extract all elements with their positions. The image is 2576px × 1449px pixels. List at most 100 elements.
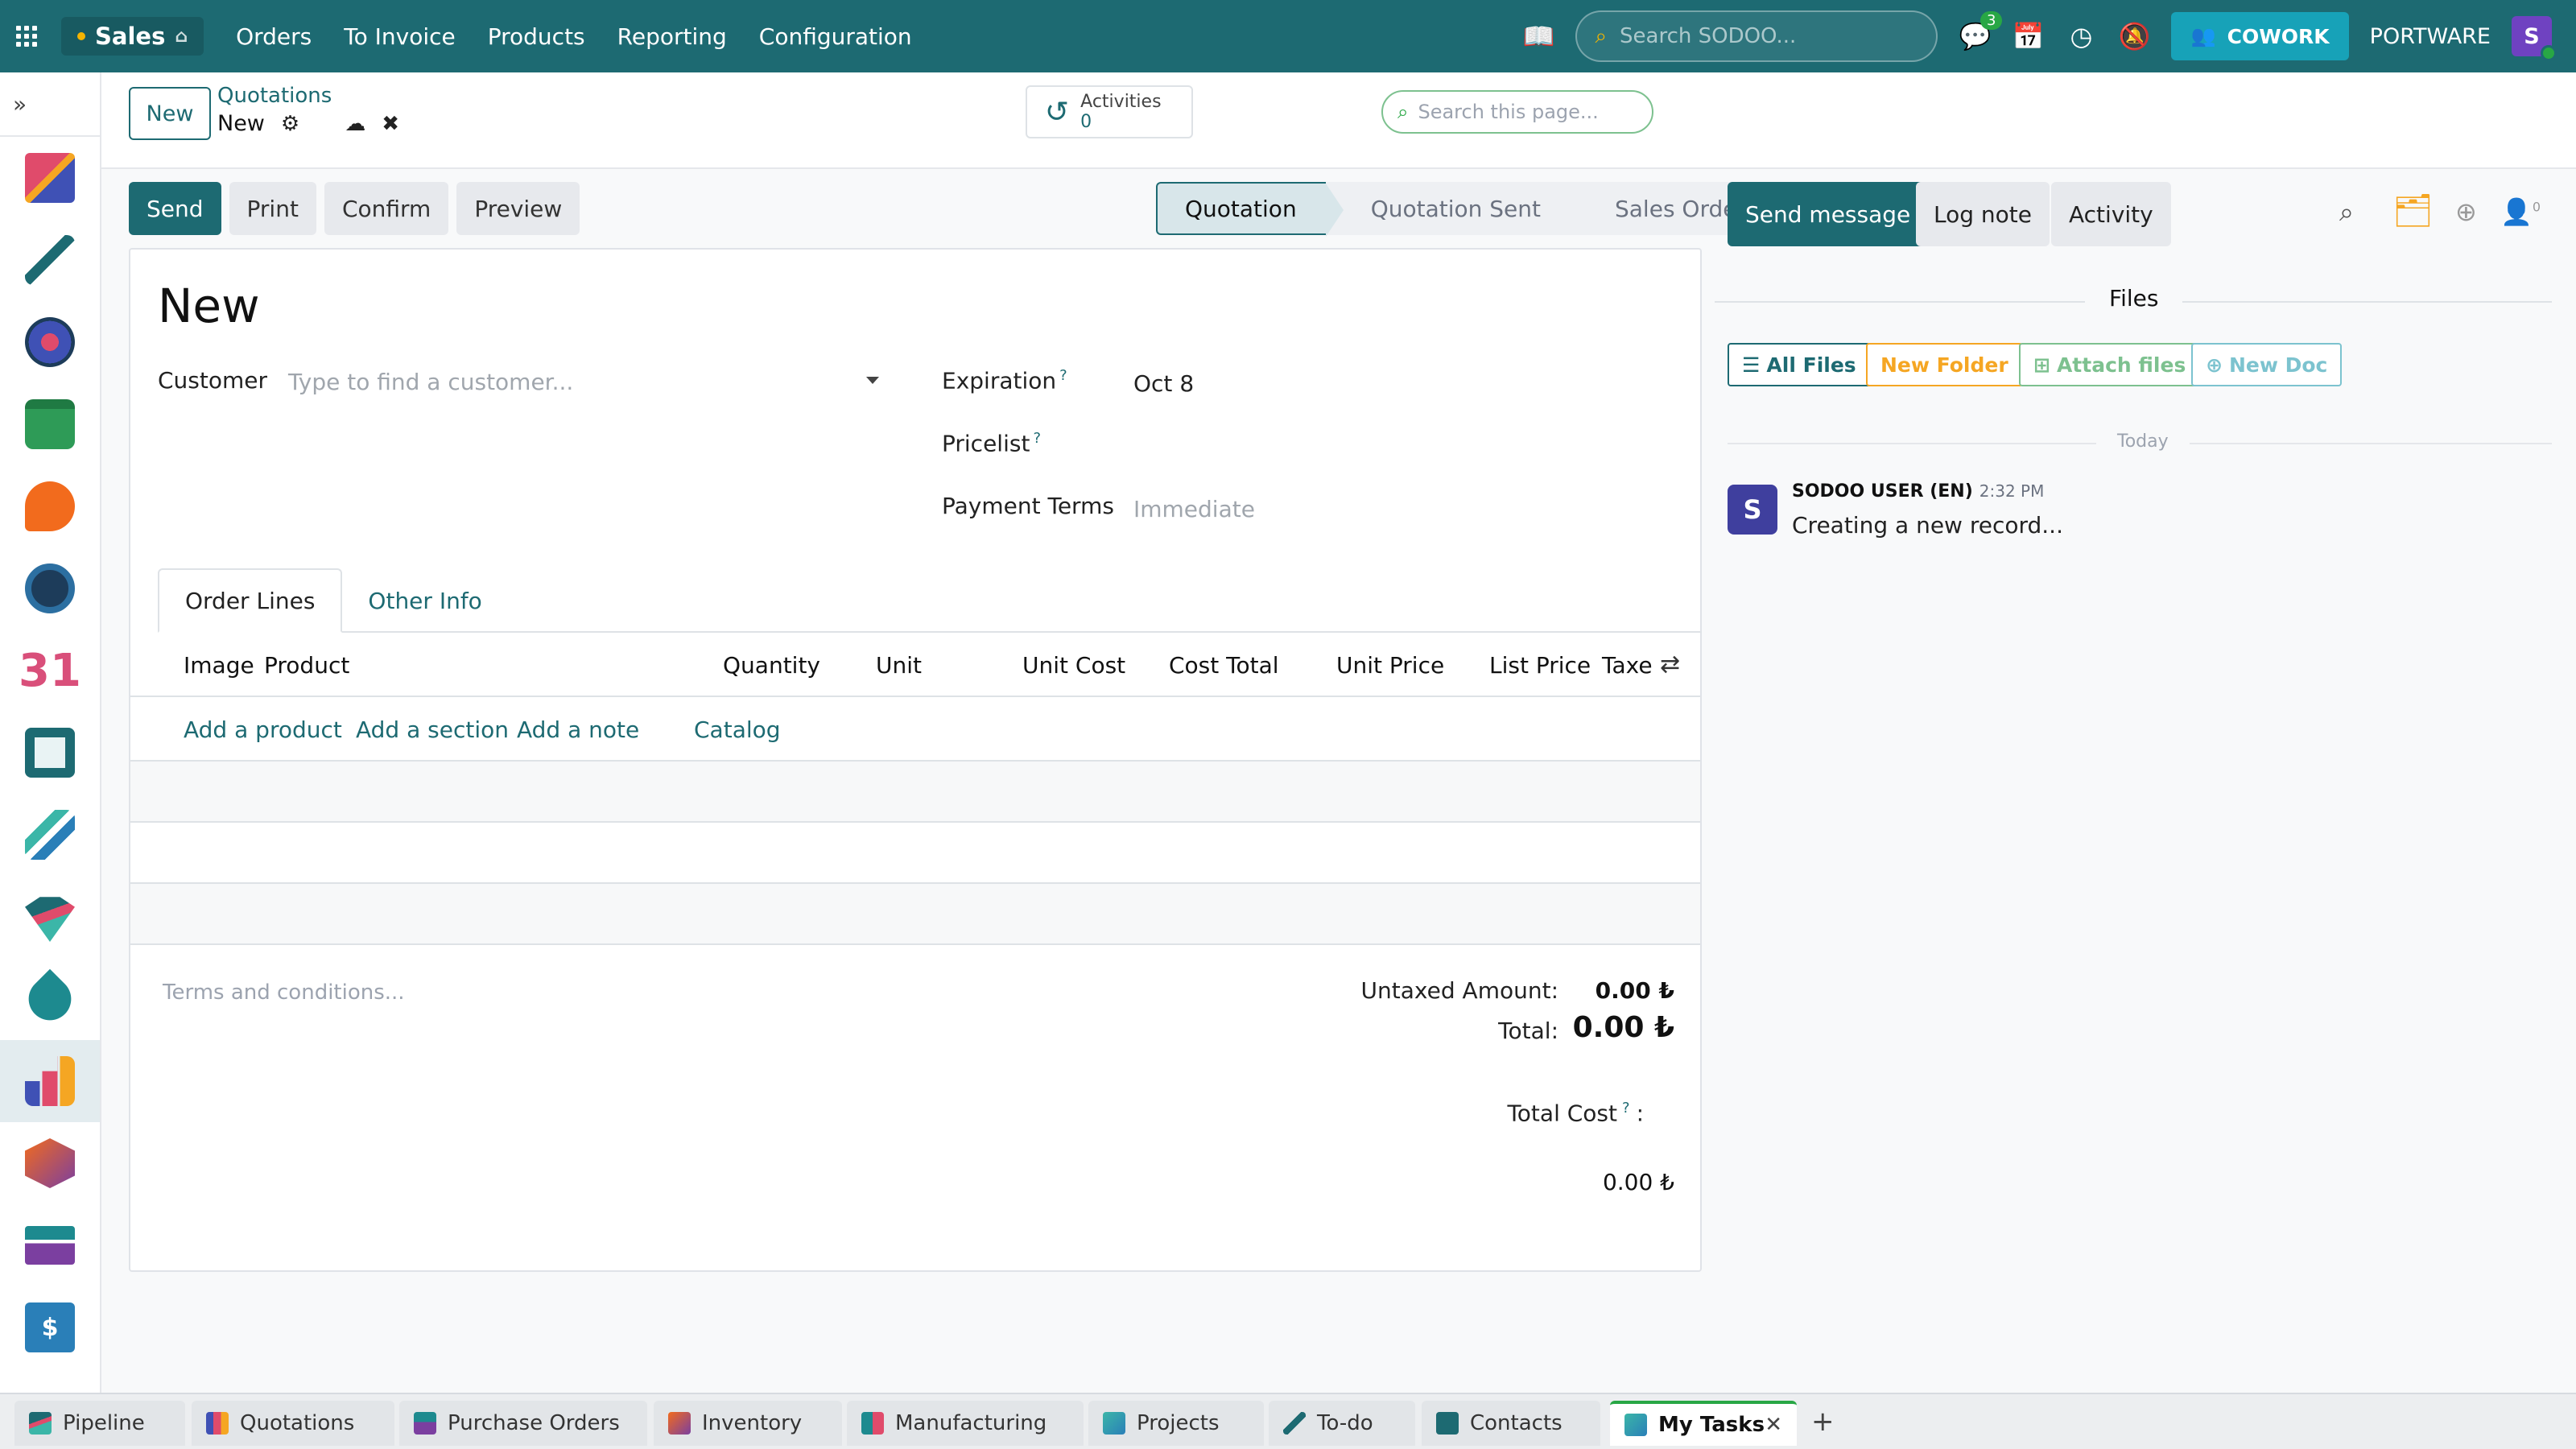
messages-icon[interactable]: 💬 3	[1959, 11, 2003, 52]
col-unit-price[interactable]: Unit Price	[1336, 652, 1444, 679]
sidebar-app-inventory[interactable]	[0, 1122, 100, 1204]
help-icon[interactable]: ?	[1059, 367, 1067, 384]
sidebar-app-invoicing[interactable]: $	[0, 1286, 100, 1368]
add-note-link[interactable]: Add a note	[517, 716, 639, 743]
taskbar-pipeline[interactable]: Pipeline	[14, 1401, 185, 1446]
customer-label: Customer	[158, 367, 268, 394]
pricelist-field[interactable]	[1133, 431, 1616, 464]
taskbar-contacts[interactable]: Contacts	[1422, 1401, 1600, 1446]
taskbar-inventory[interactable]: Inventory	[654, 1401, 842, 1446]
menu-reporting[interactable]: Reporting	[617, 23, 727, 50]
col-list-price[interactable]: List Price	[1489, 652, 1591, 679]
calendar-icon[interactable]: 📅	[2012, 21, 2045, 52]
company-switcher[interactable]: PORTWARE	[2370, 24, 2491, 49]
help-icon[interactable]: ?	[1622, 1100, 1630, 1117]
customer-input[interactable]: Type to find a customer...	[288, 362, 884, 402]
new-record-button[interactable]: New	[129, 87, 211, 140]
expiration-date-field[interactable]: Oct 8	[1133, 370, 1194, 397]
card-app-icon	[25, 1226, 75, 1265]
taskbar-manufacturing[interactable]: Manufacturing	[847, 1401, 1084, 1446]
print-button[interactable]: Print	[229, 182, 316, 235]
column-settings-icon[interactable]: ⇄	[1660, 650, 1680, 679]
col-taxes[interactable]: Taxe	[1602, 652, 1653, 679]
home-icon: ⌂	[175, 26, 188, 47]
save-cloud-icon[interactable]: ☁	[345, 112, 365, 136]
col-unit-cost[interactable]: Unit Cost	[1022, 652, 1125, 679]
search-icon[interactable]: ⌕	[2339, 196, 2354, 228]
sidebar-app-purchase[interactable]	[0, 1204, 100, 1286]
col-unit[interactable]: Unit	[876, 652, 922, 679]
activities-button[interactable]: ↺ Activities 0	[1026, 85, 1193, 138]
message-avatar[interactable]: S	[1728, 485, 1777, 535]
documentation-book-icon[interactable]: 📖	[1522, 21, 1555, 52]
untaxed-amount-label: Untaxed Amount:	[1360, 977, 1558, 1004]
sidebar-app-sales[interactable]	[0, 1040, 100, 1122]
app-sidebar: » 31 $	[0, 72, 101, 1393]
status-quotation[interactable]: Quotation	[1156, 182, 1344, 237]
chevron-down-icon[interactable]	[866, 377, 879, 384]
attach-files-button[interactable]: ⊞ Attach files	[2019, 343, 2201, 386]
user-avatar[interactable]: S	[2512, 16, 2557, 61]
taskbar-todo[interactable]: To-do	[1269, 1401, 1415, 1446]
sidebar-app-crm[interactable]	[0, 876, 100, 958]
add-product-link[interactable]: Add a product	[184, 716, 342, 743]
notifications-muted-icon[interactable]: 🔕	[2118, 21, 2151, 52]
log-note-button[interactable]: Log note	[1916, 182, 2050, 246]
tab-order-lines[interactable]: Order Lines	[158, 568, 343, 633]
taskbar-projects[interactable]: Projects	[1088, 1401, 1264, 1446]
sidebar-app-discuss[interactable]	[0, 465, 100, 547]
taskbar-label: Purchase Orders	[448, 1411, 620, 1435]
terms-conditions-field[interactable]: Terms and conditions...	[163, 980, 405, 1005]
menu-orders[interactable]: Orders	[236, 23, 312, 50]
folder-icon[interactable]: 🗂	[2392, 192, 2434, 229]
menu-products[interactable]: Products	[488, 23, 585, 50]
sidebar-expand-icon[interactable]: »	[0, 72, 100, 137]
taskbar-my-tasks[interactable]: My Tasks ✕	[1610, 1401, 1797, 1446]
app-brand-button[interactable]: Sales ⌂	[61, 17, 204, 56]
col-product[interactable]: Product	[264, 652, 349, 679]
cowork-button[interactable]: 👥 COWORK	[2171, 12, 2349, 60]
add-tab-icon[interactable]: +	[1811, 1406, 1835, 1438]
sidebar-app-contacts[interactable]	[0, 712, 100, 794]
sidebar-app-sign[interactable]	[0, 219, 100, 301]
sidebar-app-project[interactable]	[0, 794, 100, 876]
add-section-link[interactable]: Add a section	[356, 716, 509, 743]
col-quantity[interactable]: Quantity	[723, 652, 820, 679]
status-quotation-sent[interactable]: Quotation Sent	[1325, 182, 1588, 235]
all-files-button[interactable]: ☰ All Files	[1728, 343, 1871, 386]
page-search-input[interactable]: ⌕ Search this page...	[1381, 90, 1653, 134]
menu-configuration[interactable]: Configuration	[759, 23, 912, 50]
sidebar-app-calendar31[interactable]: 31	[0, 630, 100, 712]
message-author-name[interactable]: SODOO USER (EN)	[1792, 481, 1973, 502]
confirm-button[interactable]: Confirm	[324, 182, 449, 235]
close-tab-icon[interactable]: ✕	[1765, 1413, 1782, 1437]
activity-button[interactable]: Activity	[2051, 182, 2171, 246]
payment-terms-field[interactable]: Immediate	[1133, 496, 1255, 522]
new-doc-button[interactable]: ⊕ New Doc	[2191, 343, 2343, 386]
gear-icon[interactable]: ⚙	[281, 112, 299, 136]
help-icon[interactable]: ?	[1033, 430, 1041, 447]
send-message-button[interactable]: Send message	[1728, 182, 1929, 246]
sidebar-app-dashboard[interactable]	[0, 137, 100, 219]
apps-menu-icon[interactable]	[16, 26, 37, 47]
taskbar-purchase-orders[interactable]: Purchase Orders	[399, 1401, 647, 1446]
breadcrumb-quotations[interactable]: Quotations	[217, 84, 332, 108]
sidebar-app-helpdesk[interactable]	[0, 958, 100, 1040]
discard-x-icon[interactable]: ✖	[382, 112, 399, 136]
preview-button[interactable]: Preview	[456, 182, 580, 235]
followers-icon[interactable]: 👤0	[2500, 196, 2541, 227]
new-folder-button[interactable]: New Folder	[1866, 343, 2023, 386]
sidebar-app-calendar[interactable]	[0, 383, 100, 465]
col-cost-total[interactable]: Cost Total	[1169, 652, 1279, 679]
add-follower-icon[interactable]: ⊕	[2455, 196, 2477, 227]
catalog-link[interactable]: Catalog	[694, 716, 781, 743]
col-image[interactable]: Image	[184, 652, 254, 679]
menu-to-invoice[interactable]: To Invoice	[344, 23, 455, 50]
sidebar-app-social[interactable]	[0, 301, 100, 383]
tab-other-info[interactable]: Other Info	[342, 568, 507, 633]
taskbar-quotations[interactable]: Quotations	[192, 1401, 394, 1446]
clock-activities-icon[interactable]: ◷	[2065, 21, 2097, 52]
global-search-input[interactable]: ⌕ Search SODOO...	[1575, 10, 1938, 62]
send-button[interactable]: Send	[129, 182, 221, 235]
sidebar-app-timesheet[interactable]	[0, 547, 100, 630]
